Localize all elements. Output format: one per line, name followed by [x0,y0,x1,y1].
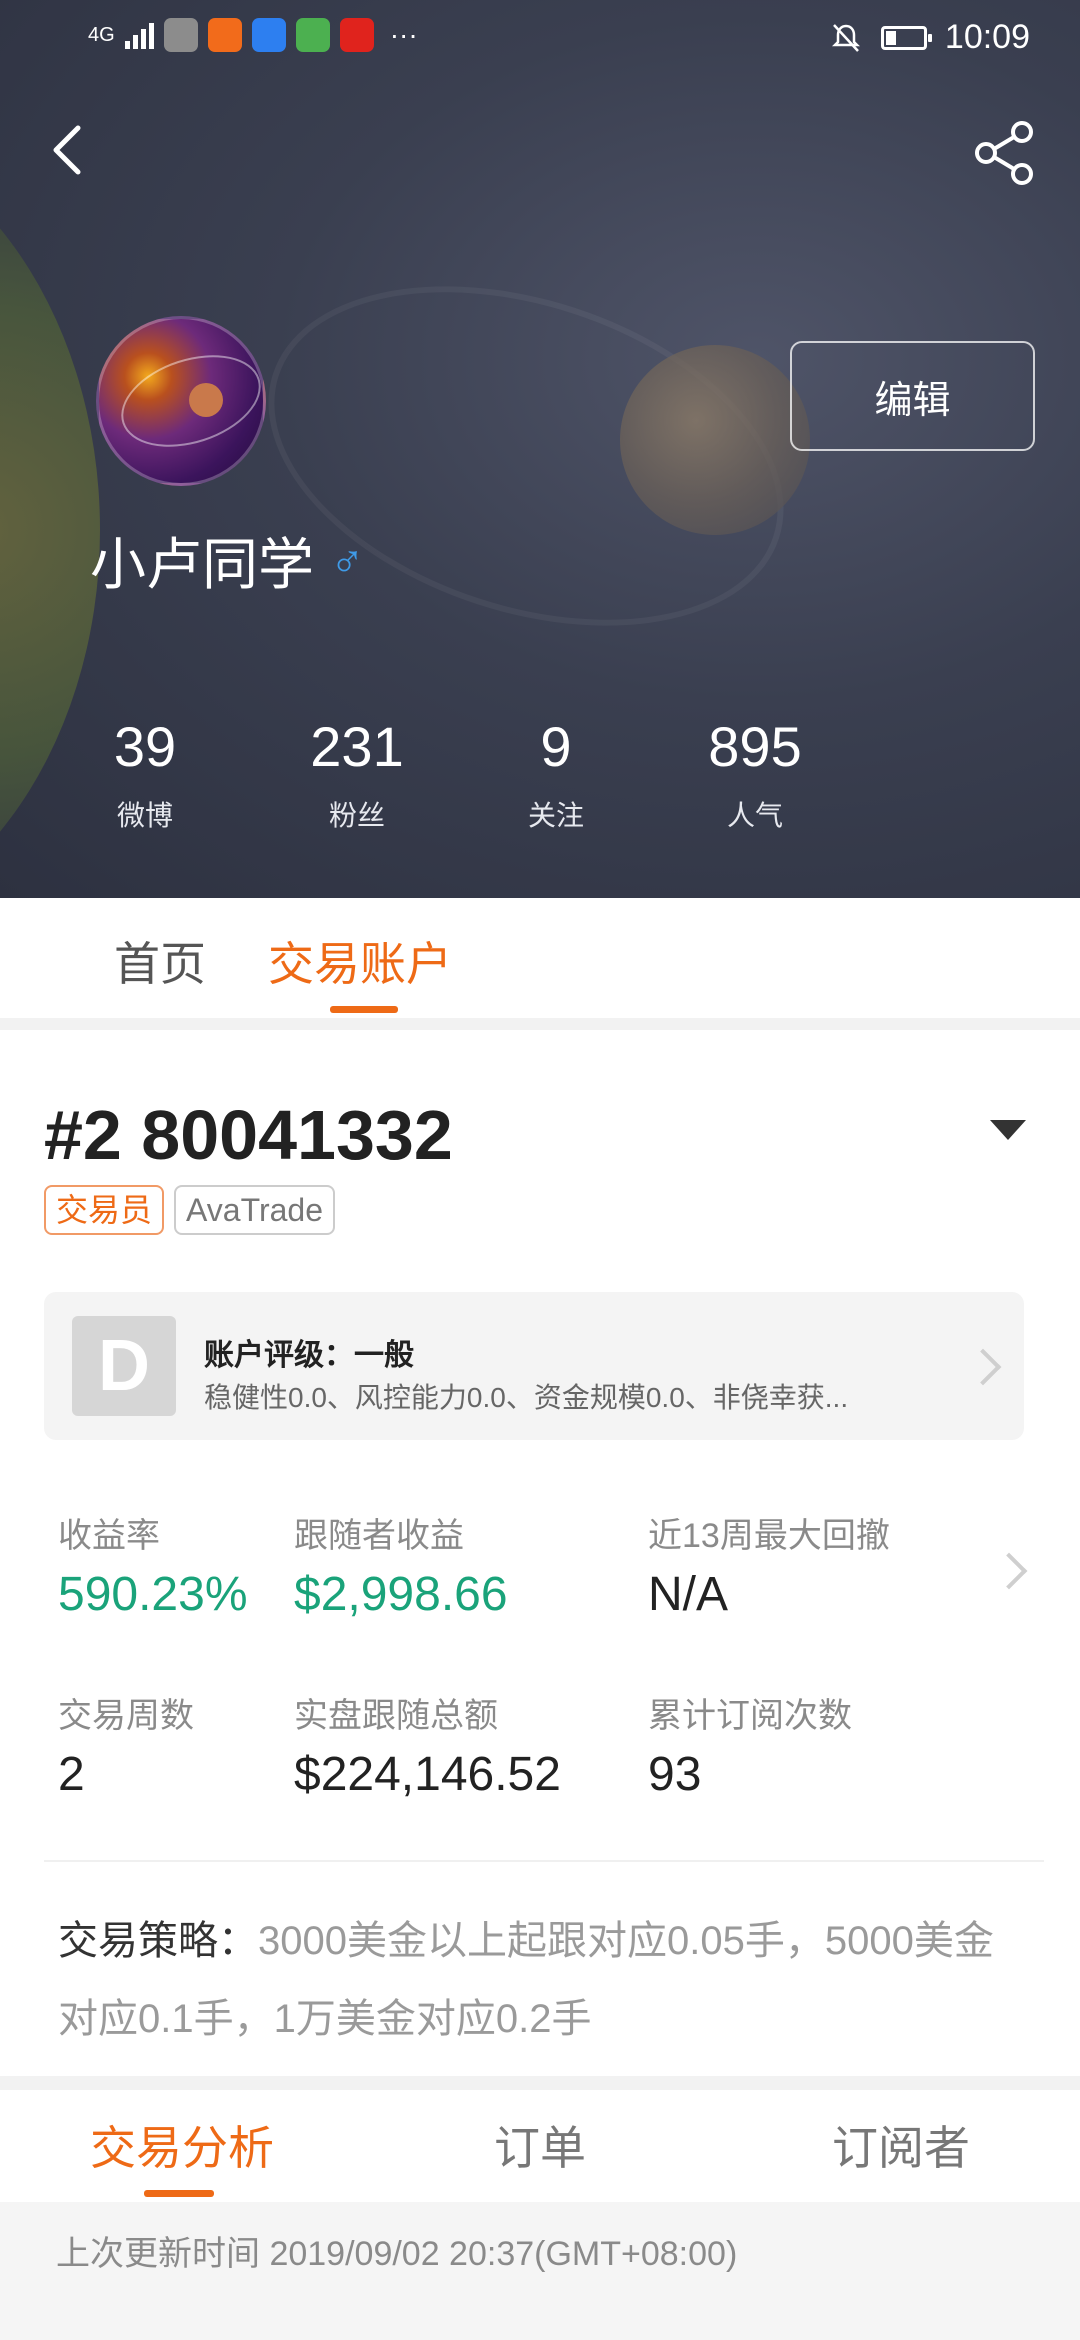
network-type: 4G [88,24,115,46]
stat-label: 微博 [116,800,173,831]
last-update-bar: 上次更新时间 2019/09/02 20:37(GMT+08:00) [0,2202,1080,2340]
metric-max-drawdown: 近13周最大回撤 N/A [648,1508,890,1622]
account-title: #2 80041332 [44,1096,453,1174]
divider [44,1860,1044,1862]
stat-value: 231 [310,715,404,778]
app-icon-orange [207,18,242,52]
metric-follower-profit: 跟随者收益 $2,998.66 [294,1508,508,1622]
tab-orders[interactable]: 订单 [494,2112,586,2178]
status-left: 4G ··· [88,18,418,52]
status-bar: 4G ··· 10:09 [0,0,1080,80]
stat-label: 关注 [527,800,584,831]
metric-value: N/A [648,1568,729,1621]
stat-following[interactable]: 9 关注 [456,712,656,834]
profile-header: 4G ··· 10:09 编辑 小卢同学 ♂ 39 微博 231 粉丝 9 关注… [0,0,1080,898]
stat-value: 895 [708,715,802,778]
metric-label: 近13周最大回撤 [648,1517,890,1555]
metric-label: 实盘跟随总额 [294,1697,498,1735]
rating-grade: D [72,1316,176,1416]
edit-button[interactable]: 编辑 [790,341,1035,451]
profile-stats: 39 微博 231 粉丝 9 关注 895 人气 [0,712,1080,852]
metric-label: 收益率 [58,1517,160,1555]
metric-return-rate: 收益率 590.23% [58,1508,248,1622]
metric-value: 2 [58,1748,85,1801]
app-icon-red [339,18,374,52]
briefcase-icon [163,18,198,52]
metric-value: 93 [648,1748,702,1801]
account-tabs: 交易分析 订单 订阅者 [0,2090,1080,2202]
badge-broker: AvaTrade [174,1185,335,1235]
metric-label: 累计订阅次数 [648,1697,852,1735]
battery-icon [880,25,932,50]
tab-trade-analysis[interactable]: 交易分析 [90,2112,274,2178]
app-icon-blue [251,18,286,52]
tab-subscribers[interactable]: 订阅者 [832,2112,970,2178]
back-arrow-icon[interactable] [40,120,100,180]
more-notifications-icon: ··· [389,19,418,50]
signal-icon [124,21,154,49]
avatar[interactable] [96,316,266,486]
share-icon[interactable] [970,118,1040,188]
badge-trader: 交易员 [44,1185,165,1235]
stat-label: 人气 [726,800,783,831]
account-badges: 交易员 AvaTrade [44,1185,335,1235]
active-tab-indicator [144,2190,214,2197]
metric-value: $2,998.66 [294,1568,508,1621]
stat-value: 9 [540,715,572,778]
chevron-right-icon [964,1348,1002,1386]
trading-strategy: 交易策略：3000美金以上起跟对应0.05手，5000美金对应0.1手，1万美金… [58,1902,1018,2058]
metric-label: 跟随者收益 [294,1517,464,1555]
metric-value: $224,146.52 [294,1748,561,1801]
dropdown-caret-icon[interactable] [990,1120,1026,1140]
clock: 10:09 [944,18,1030,56]
account-rating-card[interactable]: D 账户评级：一般 稳健性0.0、风控能力0.0、资金规模0.0、非侥幸获... [44,1292,1024,1440]
stat-popularity: 895 人气 [655,712,855,834]
metric-label: 交易周数 [58,1697,194,1735]
metric-subscription-count: 累计订阅次数 93 [648,1688,852,1802]
status-right: 10:09 [829,18,1030,57]
metric-total-follow-amount: 实盘跟随总额 $224,146.52 [294,1688,561,1802]
app-icon-green [295,18,330,52]
username-row: 小卢同学 ♂ [90,520,365,601]
username: 小卢同学 [90,533,314,596]
chevron-right-icon[interactable] [990,1552,1028,1590]
stat-weibo[interactable]: 39 微博 [45,712,245,834]
rating-detail: 稳健性0.0、风控能力0.0、资金规模0.0、非侥幸获... [204,1382,849,1413]
background-planet-right [620,345,810,535]
profile-tabs: 首页 交易账户 [0,898,1080,1030]
male-icon: ♂ [330,534,365,587]
strategy-label: 交易策略： [58,1919,258,1963]
active-tab-indicator [330,1006,398,1013]
tab-home[interactable]: 首页 [114,928,206,994]
stat-fans[interactable]: 231 粉丝 [257,712,457,834]
section-gap [0,2076,1080,2090]
tab-trading-account[interactable]: 交易账户 [268,928,452,994]
mute-bell-icon [831,23,860,52]
stat-label: 粉丝 [328,800,385,831]
rating-title: 账户评级：一般 [204,1339,414,1372]
metric-value: 590.23% [58,1568,248,1621]
stat-value: 39 [113,715,177,778]
last-update-text: 上次更新时间 2019/09/02 20:37(GMT+08:00) [56,2235,738,2273]
metric-trading-weeks: 交易周数 2 [58,1688,194,1802]
